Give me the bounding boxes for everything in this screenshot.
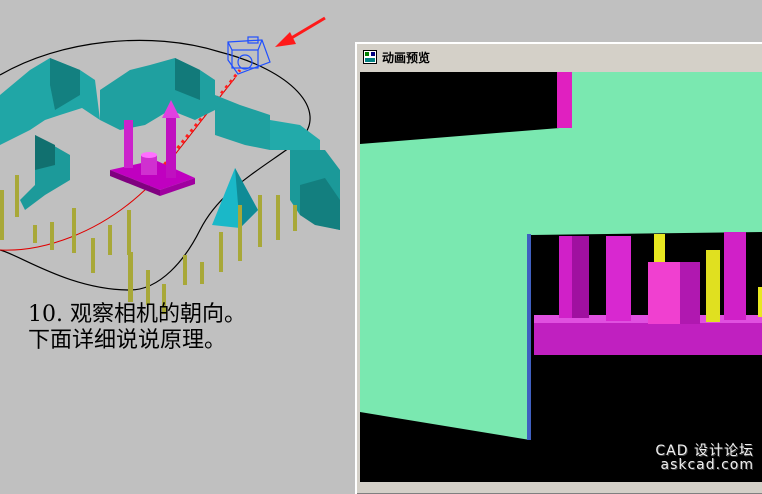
preview-title: 动画预览 [382,50,431,65]
watermark-url: askcad.com [660,457,754,473]
preview-viewport [360,72,762,482]
caption-line-2: 下面详细说说原理。 [28,328,227,353]
app-window-icon [363,50,377,64]
preview-window[interactable]: 动画预览 [355,42,762,494]
preview-render [360,72,762,482]
preview-titlebar[interactable]: 动画预览 [359,46,762,68]
caption-line-1: 10. 观察相机的朝向。 [28,302,246,327]
olive-poles [0,175,297,314]
red-arrow-icon [275,16,326,47]
